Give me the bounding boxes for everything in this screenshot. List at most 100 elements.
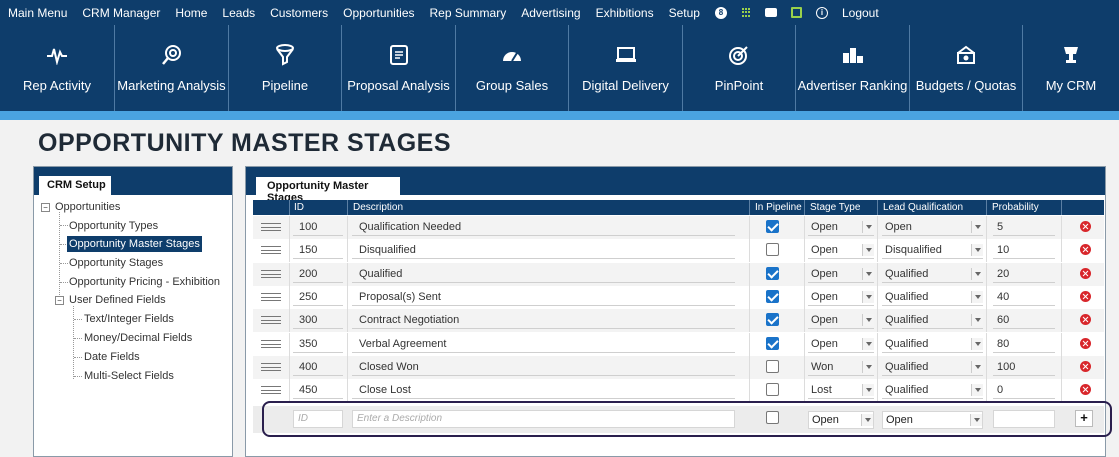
tree-item-opportunity-stages[interactable]: Opportunity Stages	[69, 255, 163, 271]
drag-handle-icon[interactable]	[261, 316, 281, 325]
stage-type-dropdown[interactable]: Won	[808, 359, 874, 376]
stage-description[interactable]: Proposal(s) Sent	[359, 286, 441, 309]
menu-customers[interactable]: Customers	[270, 6, 328, 20]
stage-probability[interactable]: 60	[997, 309, 1009, 332]
table-row[interactable]: 300 Contract Negotiation Open Qualified 60	[253, 309, 1104, 333]
tile-group-sales[interactable]: Group Sales	[456, 25, 569, 111]
delete-icon[interactable]	[1080, 267, 1091, 279]
delete-icon[interactable]	[1080, 244, 1091, 256]
col-header-in-pipeline[interactable]: In Pipeline	[755, 202, 802, 213]
stage-probability[interactable]: 5	[997, 216, 1003, 239]
menu-opportunities[interactable]: Opportunities	[343, 6, 414, 20]
stage-type-dropdown[interactable]: Open	[808, 289, 874, 306]
menu-leads[interactable]: Leads	[222, 6, 255, 20]
tile-advertiser-ranking[interactable]: Advertiser Ranking	[796, 25, 910, 111]
menu-logout[interactable]: Logout	[842, 6, 879, 20]
info-icon[interactable]: i	[815, 6, 828, 19]
tab-opportunity-master-stages[interactable]: Opportunity Master Stages	[256, 177, 400, 204]
chat-icon[interactable]	[764, 8, 777, 17]
stage-type-dropdown[interactable]: Open	[808, 242, 874, 260]
delete-icon[interactable]	[1080, 314, 1091, 326]
collapse-icon[interactable]: −	[41, 203, 50, 212]
in-pipeline-checkbox[interactable]	[766, 266, 779, 280]
delete-icon[interactable]	[1080, 290, 1091, 302]
stage-id[interactable]: 150	[299, 239, 317, 262]
lead-qualification-dropdown[interactable]: Qualified	[882, 382, 983, 400]
stage-type-dropdown[interactable]: Open	[808, 312, 874, 330]
in-pipeline-checkbox[interactable]	[766, 383, 779, 397]
col-header-lead-qualification[interactable]: Lead Qualification	[883, 202, 963, 213]
stage-probability[interactable]: 20	[997, 263, 1009, 286]
tree-item-multi-select-fields[interactable]: Multi-Select Fields	[84, 368, 174, 384]
stage-id[interactable]: 400	[299, 356, 317, 379]
table-row[interactable]: 250 Proposal(s) Sent Open Qualified 40	[253, 285, 1104, 309]
stage-probability[interactable]: 100	[997, 356, 1015, 379]
table-row[interactable]: 150 Disqualified Open Disqualified 10	[253, 239, 1104, 263]
tile-budgets-quotas[interactable]: Budgets / Quotas	[910, 25, 1023, 111]
in-pipeline-checkbox[interactable]	[766, 289, 779, 303]
notification-badge-icon[interactable]: 8	[714, 6, 727, 19]
tree-item-date-fields[interactable]: Date Fields	[84, 349, 140, 365]
stage-id[interactable]: 300	[299, 309, 317, 332]
collapse-icon[interactable]: −	[55, 296, 64, 305]
delete-icon[interactable]	[1080, 384, 1091, 396]
tree-item-opportunity-master-stages[interactable]: Opportunity Master Stages	[67, 236, 202, 252]
drag-handle-icon[interactable]	[261, 269, 281, 278]
lead-qualification-dropdown[interactable]: Disqualified	[882, 242, 983, 260]
stage-description[interactable]: Qualification Needed	[359, 216, 461, 239]
stage-id[interactable]: 200	[299, 263, 317, 286]
tile-proposal-analysis[interactable]: Proposal Analysis	[342, 25, 456, 111]
tree-item-opportunities[interactable]: Opportunities	[55, 199, 120, 215]
stage-description[interactable]: Contract Negotiation	[359, 309, 459, 332]
table-row[interactable]: 450 Close Lost Lost Qualified 0	[253, 379, 1104, 403]
menu-rep-summary[interactable]: Rep Summary	[430, 6, 507, 20]
in-pipeline-checkbox[interactable]	[766, 336, 779, 350]
col-header-id[interactable]: ID	[294, 202, 304, 213]
tile-pinpoint[interactable]: PinPoint	[683, 25, 796, 111]
tree-item-opportunity-types[interactable]: Opportunity Types	[69, 218, 158, 234]
table-row[interactable]: 200 Qualified Open Qualified 20	[253, 262, 1104, 286]
table-row[interactable]: 400 Closed Won Won Qualified 100	[253, 355, 1104, 379]
in-pipeline-checkbox[interactable]	[766, 243, 779, 257]
tree-item-opportunity-pricing[interactable]: Opportunity Pricing - Exhibition	[69, 274, 220, 290]
stage-type-dropdown[interactable]: Lost	[808, 382, 874, 400]
stage-description[interactable]: Close Lost	[359, 379, 411, 402]
stage-description[interactable]: Disqualified	[359, 239, 416, 262]
lead-qualification-dropdown[interactable]: Qualified	[882, 336, 983, 353]
stage-description[interactable]: Qualified	[359, 263, 402, 286]
stage-type-dropdown[interactable]: Open	[808, 219, 874, 236]
lead-qualification-dropdown[interactable]: Open	[882, 219, 983, 236]
stage-probability[interactable]: 40	[997, 286, 1009, 309]
stage-id[interactable]: 100	[299, 216, 317, 239]
col-header-probability[interactable]: Probability	[992, 202, 1039, 213]
calendar-icon[interactable]	[790, 7, 802, 18]
delete-icon[interactable]	[1080, 360, 1091, 372]
table-row[interactable]: 100 Qualification Needed Open Open 5	[253, 216, 1104, 239]
drag-handle-icon[interactable]	[261, 339, 281, 348]
stage-id[interactable]: 350	[299, 333, 317, 356]
tab-crm-setup[interactable]: CRM Setup	[39, 176, 111, 195]
tree-item-user-defined-fields[interactable]: User Defined Fields	[69, 292, 166, 308]
lead-qualification-dropdown[interactable]: Qualified	[882, 312, 983, 330]
menu-main-menu[interactable]: Main Menu	[8, 6, 67, 20]
in-pipeline-checkbox[interactable]	[766, 359, 779, 373]
col-header-description[interactable]: Description	[353, 202, 403, 213]
menu-home[interactable]: Home	[175, 6, 207, 20]
table-row[interactable]: 350 Verbal Agreement Open Qualified 80	[253, 332, 1104, 356]
tile-digital-delivery[interactable]: Digital Delivery	[569, 25, 683, 111]
drag-handle-icon[interactable]	[261, 292, 281, 301]
in-pipeline-checkbox[interactable]	[766, 220, 779, 233]
drag-handle-icon[interactable]	[261, 386, 281, 395]
tile-marketing-analysis[interactable]: Marketing Analysis	[115, 25, 229, 111]
tree-item-text-integer-fields[interactable]: Text/Integer Fields	[84, 311, 174, 327]
in-pipeline-checkbox[interactable]	[766, 313, 779, 327]
stage-probability[interactable]: 0	[997, 379, 1003, 402]
col-header-stage-type[interactable]: Stage Type	[810, 202, 860, 213]
stage-id[interactable]: 250	[299, 286, 317, 309]
lead-qualification-dropdown[interactable]: Qualified	[882, 289, 983, 306]
stage-probability[interactable]: 80	[997, 333, 1009, 356]
stage-description[interactable]: Verbal Agreement	[359, 333, 446, 356]
stage-id[interactable]: 450	[299, 379, 317, 402]
lead-qualification-dropdown[interactable]: Qualified	[882, 266, 983, 283]
menu-crm-manager[interactable]: CRM Manager	[82, 6, 160, 20]
